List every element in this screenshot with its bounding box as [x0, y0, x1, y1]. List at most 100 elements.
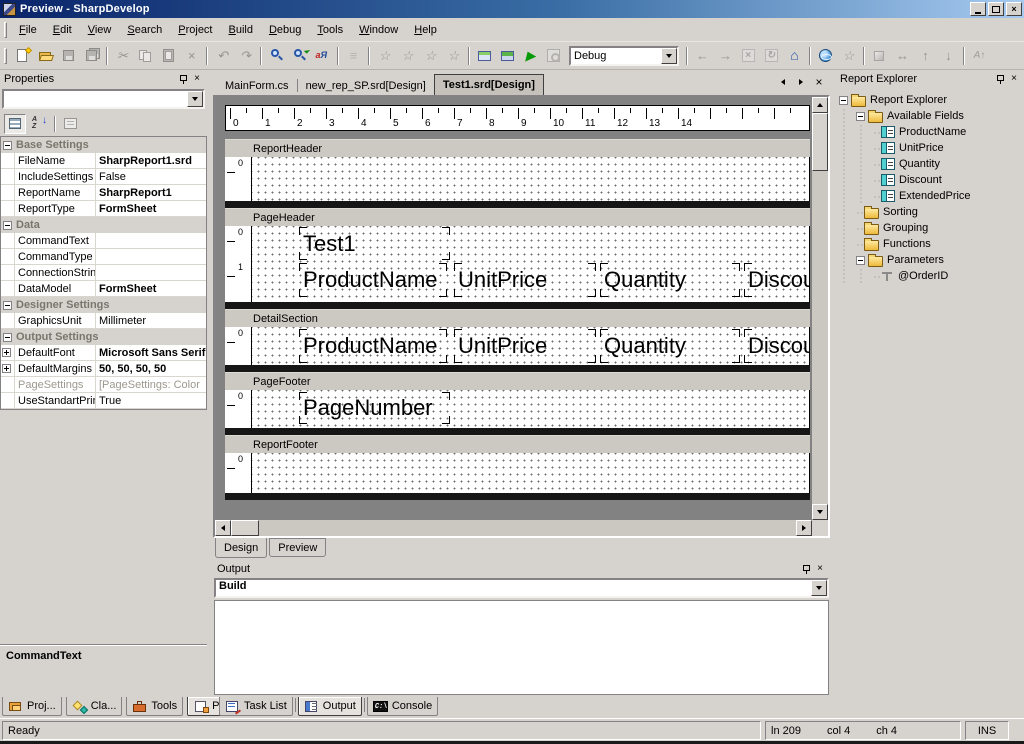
tree-item-sorting[interactable]: Sorting: [836, 204, 1024, 220]
property-row[interactable]: ConnectionString: [1, 265, 206, 281]
prev-bookmark-icon[interactable]: ☆: [396, 45, 419, 67]
vertical-scroll-thumb[interactable]: [812, 113, 828, 171]
section-header-reportfooter[interactable]: ReportFooter: [225, 435, 810, 453]
tab-cla-[interactable]: Cla...: [66, 697, 123, 716]
menu-item-search[interactable]: Search: [119, 21, 170, 39]
tab-design[interactable]: Design: [215, 538, 267, 558]
property-value[interactable]: [96, 265, 206, 280]
collapse-icon[interactable]: [856, 256, 865, 265]
property-row[interactable]: UseStandartPrinterTrue: [1, 393, 206, 409]
sort-icon[interactable]: A↑: [968, 45, 991, 67]
tab-new-rep-sp-srd-design-[interactable]: new_rep_SP.srd[Design]: [298, 76, 434, 95]
collapse-icon[interactable]: [3, 301, 12, 310]
tree-item-available-fields[interactable]: Available Fields: [836, 108, 1024, 124]
report-item-unitprice[interactable]: UnitPrice: [454, 263, 596, 297]
undo-icon[interactable]: ↶: [211, 45, 234, 67]
property-row[interactable]: CommandType: [1, 249, 206, 265]
restore-button[interactable]: [988, 2, 1004, 16]
section-header-reportheader[interactable]: ReportHeader: [225, 139, 810, 157]
move-up-icon[interactable]: ↑: [914, 45, 937, 67]
tab-tools[interactable]: Tools: [126, 697, 183, 716]
property-row[interactable]: PageSettings[PageSettings: Color: [1, 377, 206, 393]
refresh-icon[interactable]: ↻: [760, 45, 783, 67]
scroll-tabs-left-icon[interactable]: [776, 75, 790, 89]
section-design-area[interactable]: Test1ProductNameUnitPriceQuantityDiscoun…: [252, 226, 809, 302]
minimize-button[interactable]: [970, 2, 986, 16]
expand-icon[interactable]: [2, 364, 11, 373]
report-item-quantity[interactable]: Quantity: [600, 329, 740, 363]
section-body[interactable]: 01Test1ProductNameUnitPriceQuantityDisco…: [225, 226, 810, 302]
stop-icon[interactable]: [542, 45, 565, 67]
section-design-area[interactable]: ProductNameUnitPriceQuantityDiscount: [252, 327, 809, 365]
report-item-unitprice[interactable]: UnitPrice: [454, 329, 596, 363]
chevron-down-icon[interactable]: [811, 580, 827, 596]
tree-item-parameters[interactable]: Parameters: [836, 252, 1024, 268]
menu-grip[interactable]: [4, 22, 7, 38]
horizontal-scroll-track[interactable]: [259, 520, 796, 536]
replace-icon[interactable]: aЯ: [311, 45, 334, 67]
tab-task-list[interactable]: Task List: [219, 697, 293, 716]
find-in-files-icon[interactable]: [288, 45, 311, 67]
menu-item-project[interactable]: Project: [170, 21, 220, 39]
tree-item-extendedprice[interactable]: ExtendedPrice: [836, 188, 1024, 204]
report-item-discount[interactable]: Discount: [744, 263, 809, 297]
tab-preview[interactable]: Preview: [269, 538, 326, 557]
property-row[interactable]: DefaultMargins50, 50, 50, 50: [1, 361, 206, 377]
output-text-area[interactable]: [214, 600, 829, 695]
menu-item-build[interactable]: Build: [221, 21, 261, 39]
report-item-quantity[interactable]: Quantity: [600, 263, 740, 297]
property-category[interactable]: Base Settings: [1, 137, 206, 153]
property-row[interactable]: ReportTypeFormSheet: [1, 201, 206, 217]
menu-item-file[interactable]: File: [11, 21, 45, 39]
collapse-icon[interactable]: [3, 221, 12, 230]
section-body[interactable]: 0ProductNameUnitPriceQuantityDiscount: [225, 327, 810, 365]
property-row[interactable]: ReportNameSharpReport1: [1, 185, 206, 201]
swatch-icon[interactable]: [868, 45, 891, 67]
designer-horizontal-scrollbar[interactable]: [215, 520, 812, 536]
report-item-productname[interactable]: ProductName: [299, 263, 447, 297]
tree-item-grouping[interactable]: Grouping: [836, 220, 1024, 236]
property-value[interactable]: [96, 233, 206, 248]
section-body[interactable]: 0PageNumber: [225, 390, 810, 428]
paste-icon[interactable]: [157, 45, 180, 67]
open-file-icon[interactable]: [34, 45, 57, 67]
report-explorer-header[interactable]: Report Explorer ×: [836, 70, 1024, 88]
redo-icon[interactable]: ↷: [234, 45, 257, 67]
tree-item-productname[interactable]: ProductName: [836, 124, 1024, 140]
menu-item-debug[interactable]: Debug: [261, 21, 309, 39]
collapse-icon[interactable]: [3, 141, 12, 150]
tree-item-quantity[interactable]: Quantity: [836, 156, 1024, 172]
toolbar-grip[interactable]: [4, 48, 7, 64]
close-button[interactable]: ×: [1006, 2, 1022, 16]
menu-item-view[interactable]: View: [80, 21, 120, 39]
tree-item-unitprice[interactable]: UnitPrice: [836, 140, 1024, 156]
save-icon[interactable]: [57, 45, 80, 67]
find-icon[interactable]: [265, 45, 288, 67]
property-row[interactable]: CommandText: [1, 233, 206, 249]
copy-icon[interactable]: [134, 45, 157, 67]
property-value[interactable]: [PageSettings: Color: [96, 377, 206, 392]
close-icon[interactable]: ×: [190, 73, 204, 86]
menu-item-window[interactable]: Window: [351, 21, 406, 39]
property-category[interactable]: Designer Settings: [1, 297, 206, 313]
property-value[interactable]: FormSheet: [96, 201, 206, 216]
scroll-down-icon[interactable]: [812, 504, 828, 520]
menu-item-edit[interactable]: Edit: [45, 21, 80, 39]
property-pages-icon[interactable]: [60, 114, 82, 134]
tab-mainform-cs[interactable]: MainForm.cs: [217, 76, 297, 95]
property-row[interactable]: DefaultFontMicrosoft Sans Serif: [1, 345, 206, 361]
collapse-icon[interactable]: [3, 333, 12, 342]
property-value[interactable]: False: [96, 169, 206, 184]
tab-test1-srd-design-[interactable]: Test1.srd[Design]: [434, 74, 544, 95]
move-down-icon[interactable]: ↓: [937, 45, 960, 67]
property-value[interactable]: Microsoft Sans Serif: [96, 345, 206, 360]
clear-bookmarks-icon[interactable]: ☆: [442, 45, 465, 67]
section-body[interactable]: 0: [225, 157, 810, 201]
tree-item-report-explorer[interactable]: Report Explorer: [836, 92, 1024, 108]
stop-load-icon[interactable]: ×: [737, 45, 760, 67]
section-design-area[interactable]: PageNumber: [252, 390, 809, 428]
delete-icon[interactable]: ×: [180, 45, 203, 67]
property-row[interactable]: DataModelFormSheet: [1, 281, 206, 297]
section-header-detailsection[interactable]: DetailSection: [225, 309, 810, 327]
section-header-pageheader[interactable]: PageHeader: [225, 208, 810, 226]
